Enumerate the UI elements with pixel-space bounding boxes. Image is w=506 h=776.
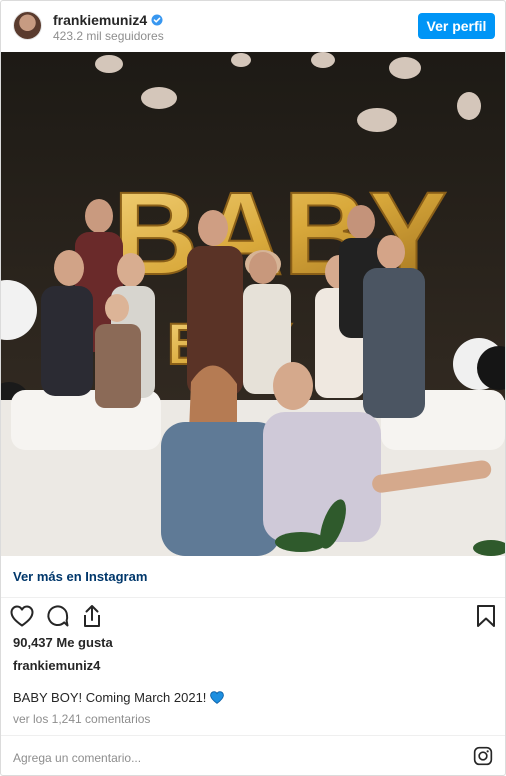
likes-row[interactable]: 90,437 Me gusta [13,635,113,650]
caption-row: BABY BOY! Coming March 2021! [13,690,225,705]
comment-bubble-icon[interactable] [45,603,71,629]
post-photo[interactable]: BABY BOY [1,52,505,556]
likes-count: 90,437 [13,635,53,650]
username-row: frankiemuniz4 [53,12,163,28]
share-icon[interactable] [79,603,105,629]
post-author[interactable]: frankiemuniz4 [13,658,100,673]
follower-count: 423.2 mil seguidores [53,29,164,43]
party-photo-illustration: BABY BOY [1,52,505,556]
view-more-row: Ver más en Instagram [1,556,505,598]
bookmark-icon[interactable] [473,603,499,629]
username[interactable]: frankiemuniz4 [53,12,147,28]
add-comment-input[interactable]: Agrega un comentario... [13,751,141,765]
instagram-logo-icon[interactable] [473,746,493,766]
likes-label: Me gusta [56,635,113,650]
view-comments-link[interactable]: ver los 1,241 comentarios [13,712,150,726]
avatar[interactable] [13,11,42,40]
heart-outline-icon[interactable] [9,603,35,629]
caption-text: BABY BOY! Coming March 2021! [13,690,207,705]
view-profile-button[interactable]: Ver perfil [418,13,495,39]
blue-heart-icon [210,691,225,704]
action-bar [9,601,499,631]
comment-bar: Agrega un comentario... [1,735,505,776]
view-more-instagram-link[interactable]: Ver más en Instagram [13,569,147,584]
verified-badge-icon [151,14,163,26]
post-header: frankiemuniz4 423.2 mil seguidores Ver p… [1,1,505,51]
instagram-embed-card: frankiemuniz4 423.2 mil seguidores Ver p… [0,0,506,776]
